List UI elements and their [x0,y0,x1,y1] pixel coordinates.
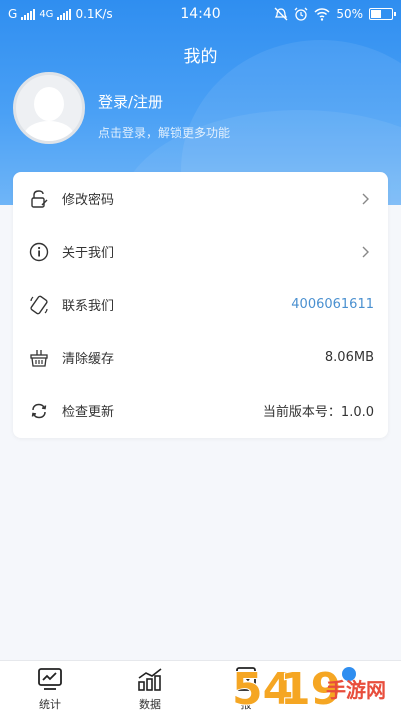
battery-icon [369,8,396,20]
signal-icon [21,8,36,20]
network-label: 4G [39,8,54,20]
menu-item-label: 清除缓存 [62,352,115,367]
status-left: G 4G 0.1K/s [8,7,113,21]
current-version: 当前版本号：1.0.0 [262,405,374,420]
phone-icon [28,294,50,316]
menu-item-label: 修改密码 [62,193,115,208]
info-icon [28,241,50,263]
carrier-label: G [8,7,18,21]
menu-item-label: 联系我们 [62,299,115,314]
battery-fill [371,10,381,18]
watermark-text: 手游网 [326,678,386,702]
basket-icon [28,347,50,369]
battery-percent: 50% [336,7,363,21]
cache-size: 8.06MB [324,350,374,365]
tab-label: 统计 [39,698,61,711]
menu-item-contact-us[interactable]: 联系我们 4006061611 [13,278,388,331]
avatar-head [34,87,64,121]
chart-icon [20,665,80,693]
site-watermark: 54 19 手游网 [228,658,401,713]
alarm-icon [294,7,308,21]
settings-card: 修改密码 关于我们 联系我们 4006061611 清除缓存 8.06MB 检查… [13,172,388,438]
bar-chart-icon [120,665,180,693]
status-right: 50% [274,7,396,21]
menu-item-change-password[interactable]: 修改密码 [13,172,388,225]
login-register-link[interactable]: 登录/注册 [98,91,163,112]
avatar-body [24,121,74,141]
network-speed: 0.1K/s [75,7,113,21]
menu-item-about-us[interactable]: 关于我们 [13,225,388,278]
status-bar: G 4G 0.1K/s 14:40 50% [0,0,401,28]
tab-statistics[interactable]: 统计 [20,665,80,712]
menu-item-clear-cache[interactable]: 清除缓存 8.06MB [13,331,388,384]
page-title: 我的 [183,47,218,67]
menu-item-check-update[interactable]: 检查更新 当前版本号：1.0.0 [13,384,388,437]
mute-icon [274,7,288,21]
tab-label: 数据 [139,698,161,711]
refresh-icon [28,400,50,422]
wifi-icon [314,7,330,21]
menu-item-label: 关于我们 [62,246,115,261]
contact-phone-number[interactable]: 4006061611 [291,297,374,312]
avatar[interactable] [13,72,85,144]
signal-icon [57,8,72,20]
chevron-right-icon [362,246,374,258]
chevron-right-icon [362,193,374,205]
menu-item-label: 检查更新 [62,405,115,420]
tab-data[interactable]: 数据 [120,665,180,712]
login-hint: 点击登录，解锁更多功能 [98,126,231,140]
lock-icon [28,188,50,210]
